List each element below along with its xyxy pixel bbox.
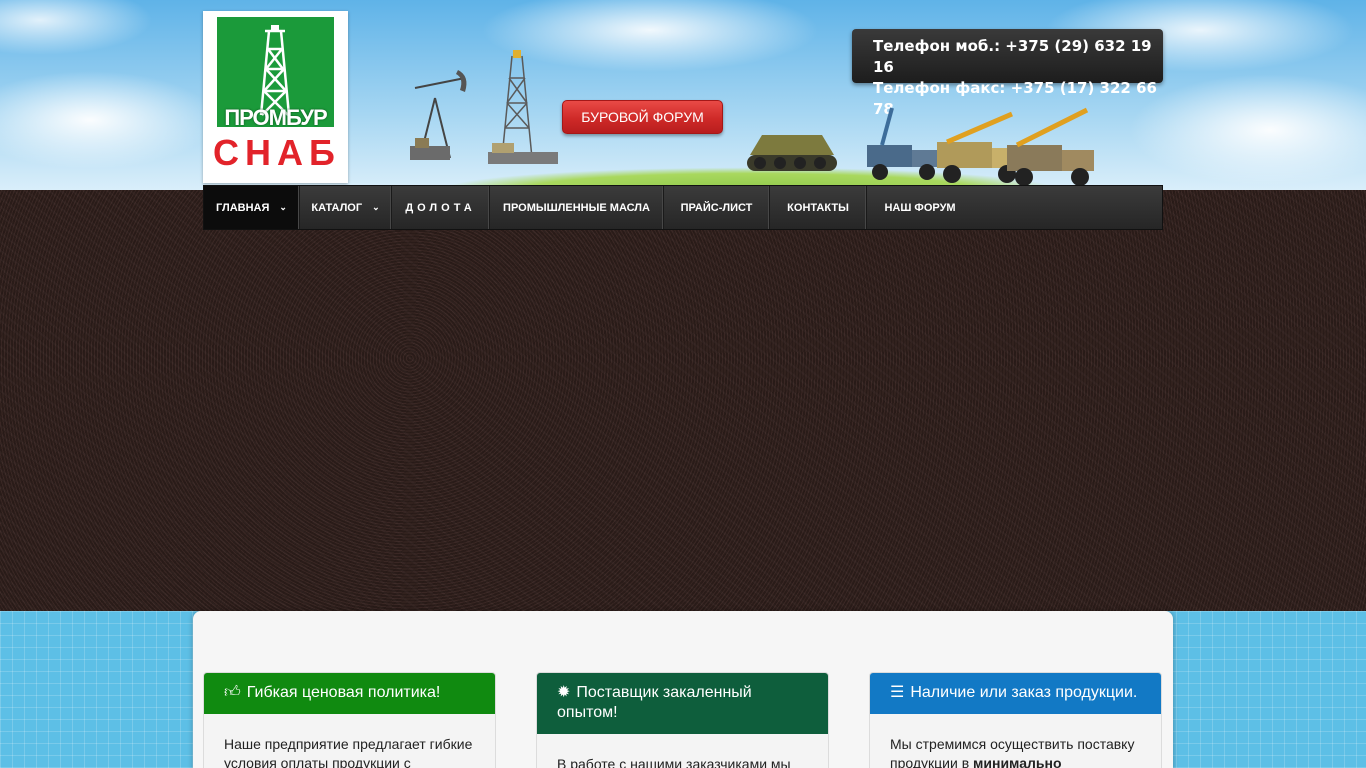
site-logo[interactable]: ПРОМБУР СНАБ bbox=[203, 11, 348, 183]
site-header: ПРОМБУР СНАБ БУРОВОЙ ФОРУМ Телефон моб.:… bbox=[0, 0, 1366, 190]
nav-item-label: КАТАЛОГ bbox=[311, 201, 363, 214]
nav-item-label: КОНТАКТЫ bbox=[787, 201, 849, 214]
oil-rigs-illustration bbox=[410, 50, 558, 164]
feature-card-header: ☰ Наличие или заказ продукции. bbox=[870, 673, 1161, 714]
phone-mobile: Телефон моб.: +375 (29) 632 19 16 bbox=[873, 37, 1152, 76]
feature-card-title: Наличие или заказ продукции. bbox=[910, 684, 1138, 701]
feature-card-text-bold: минимально bbox=[973, 755, 1062, 768]
nav-item-catalog[interactable]: КАТАЛОГ ⌄ bbox=[300, 186, 392, 229]
feature-card-title: Гибкая ценовая политика! bbox=[246, 684, 441, 701]
nav-item-contacts[interactable]: КОНТАКТЫ bbox=[770, 186, 867, 229]
feature-card-text: Наше предприятие предлагает гибкие услов… bbox=[224, 736, 473, 768]
feature-card-experience: ✹ Поставщик закаленный опытом! В работе с… bbox=[536, 672, 829, 768]
nav-item-oils[interactable]: ПРОМЫШЛЕННЫЕ МАСЛА bbox=[490, 186, 664, 229]
gear-icon: ✹ bbox=[557, 684, 571, 701]
nav-item-home[interactable]: ГЛАВНАЯ ⌄ bbox=[204, 186, 300, 229]
main-navigation: ГЛАВНАЯ ⌄ КАТАЛОГ ⌄ ДОЛОТА ПРОМЫШЛЕННЫЕ … bbox=[203, 185, 1163, 230]
feature-card-header: ✹ Поставщик закаленный опытом! bbox=[537, 673, 828, 734]
derrick-icon bbox=[259, 25, 291, 116]
feature-card-title: Поставщик закаленный опытом! bbox=[557, 684, 752, 721]
soil-background bbox=[0, 190, 1366, 611]
drilling-forum-button[interactable]: БУРОВОЙ ФОРУМ bbox=[562, 100, 723, 134]
nav-item-label: ДОЛОТА bbox=[405, 201, 476, 214]
logo-brand-bottom: СНАБ bbox=[213, 132, 341, 173]
feature-card-availability: ☰ Наличие или заказ продукции. Мы стремим… bbox=[869, 672, 1162, 768]
nav-item-label: ПРАЙС-ЛИСТ bbox=[680, 201, 753, 214]
list-icon: ☰ bbox=[890, 684, 905, 701]
nav-item-bits[interactable]: ДОЛОТА bbox=[392, 186, 490, 229]
thumbs-up-icon: 👍︎ bbox=[224, 684, 241, 701]
phone-box: Телефон моб.: +375 (29) 632 19 16 Телефо… bbox=[852, 29, 1163, 118]
nav-item-price-list[interactable]: ПРАЙС-ЛИСТ bbox=[664, 186, 770, 229]
chevron-down-icon: ⌄ bbox=[279, 202, 287, 212]
feature-card-header: 👍︎ Гибкая ценовая политика! bbox=[204, 673, 495, 714]
logo-brand-top: ПРОМБУР bbox=[224, 105, 327, 130]
nav-item-forum[interactable]: НАШ ФОРУМ bbox=[867, 186, 973, 229]
vehicles-illustration bbox=[747, 107, 1094, 186]
feature-card-text: В работе с нашими заказчиками мы bbox=[557, 756, 791, 768]
feature-card-text: Мы стремимся осуществить поставку продук… bbox=[870, 714, 1161, 768]
feature-card-pricing: 👍︎ Гибкая ценовая политика! Наше предприя… bbox=[203, 672, 496, 768]
nav-item-label: НАШ ФОРУМ bbox=[884, 201, 956, 214]
nav-item-label: ПРОМЫШЛЕННЫЕ МАСЛА bbox=[503, 201, 650, 214]
chevron-down-icon: ⌄ bbox=[372, 202, 380, 212]
nav-item-label: ГЛАВНАЯ bbox=[216, 201, 270, 214]
